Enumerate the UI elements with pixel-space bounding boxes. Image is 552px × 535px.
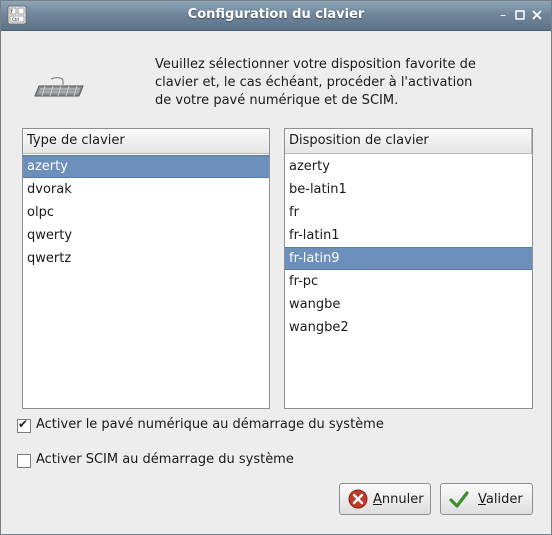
list-item[interactable]: fr-latin9 <box>285 247 532 270</box>
cancel-button-label: Annuler <box>373 492 424 507</box>
keyboard-icon <box>34 77 84 97</box>
dialog-window: f Ctrl Configuration du clavier – Veuill… <box>0 0 552 535</box>
instruction-line: Veuillez sélectionner votre disposition … <box>155 57 476 72</box>
window-title: Configuration du clavier <box>187 7 365 22</box>
title-bar[interactable]: f Ctrl Configuration du clavier – <box>1 1 551 31</box>
list-item[interactable]: fr-latin1 <box>285 224 532 247</box>
maximize-icon[interactable] <box>513 8 527 22</box>
minimize-icon[interactable]: – <box>496 8 510 22</box>
keyboard-layout-header[interactable]: Disposition de clavier <box>285 129 532 154</box>
keyboard-layout-rows: azerty be-latin1 fr fr-latin1 fr-latin9 … <box>285 154 532 339</box>
list-item[interactable]: azerty <box>23 155 269 178</box>
list-item[interactable]: wangbe <box>285 293 532 316</box>
list-item[interactable]: olpc <box>23 201 269 224</box>
list-item[interactable]: fr-pc <box>285 270 532 293</box>
list-item[interactable]: qwerty <box>23 224 269 247</box>
list-item[interactable]: fr <box>285 201 532 224</box>
scim-checkbox[interactable] <box>17 454 31 468</box>
keyboard-type-header[interactable]: Type de clavier <box>23 129 269 154</box>
instruction-text: Veuillez sélectionner votre disposition … <box>155 56 535 110</box>
cancel-button[interactable]: Annuler <box>339 483 431 515</box>
instruction-line: clavier et, le cas échéant, procéder à l… <box>155 75 473 90</box>
keyboard-type-list[interactable]: Type de clavier azerty dvorak olpc qwert… <box>22 128 270 409</box>
validate-button[interactable]: Valider <box>440 483 533 515</box>
validate-button-label: Valider <box>478 492 523 507</box>
keyboard-layout-list[interactable]: Disposition de clavier azerty be-latin1 … <box>284 128 533 409</box>
list-item[interactable]: wangbe2 <box>285 316 532 339</box>
cancel-icon <box>348 489 368 509</box>
numlock-checkbox[interactable]: ✔ <box>17 417 31 433</box>
list-item[interactable]: be-latin1 <box>285 178 532 201</box>
instruction-line: de votre pavé numérique et de SCIM. <box>155 93 399 108</box>
list-item[interactable]: qwertz <box>23 247 269 270</box>
scim-label[interactable]: Activer SCIM au démarrage du système <box>36 452 294 467</box>
numlock-label[interactable]: Activer le pavé numérique au démarrage d… <box>36 417 384 432</box>
close-icon[interactable] <box>530 8 544 22</box>
list-item[interactable]: dvorak <box>23 178 269 201</box>
checkmark-icon <box>449 491 469 508</box>
checkmark-icon: ✔ <box>18 417 29 431</box>
keyboard-type-rows: azerty dvorak olpc qwerty qwertz <box>23 154 269 270</box>
list-item[interactable]: azerty <box>285 155 532 178</box>
